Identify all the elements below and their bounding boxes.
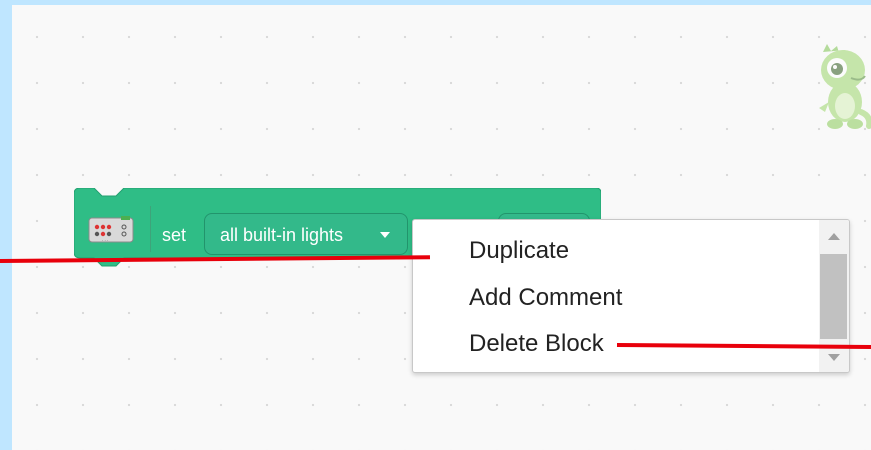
svg-text:· · ·: · · ·: [102, 238, 108, 243]
block-divider: [150, 206, 151, 252]
context-menu: Duplicate Add Comment Delete Block: [412, 219, 850, 373]
menu-scrollbar[interactable]: [819, 220, 849, 372]
menu-item-delete-block[interactable]: Delete Block: [469, 330, 604, 358]
blocks-workspace[interactable]: · · · set all built-in lights Duplicate …: [12, 5, 871, 450]
menu-item-duplicate[interactable]: Duplicate: [469, 237, 569, 265]
caret-down-icon: [380, 232, 390, 238]
scroll-up-icon[interactable]: [828, 233, 840, 240]
dinosaur-mascot-icon: [819, 44, 871, 129]
board-led-icon: · · ·: [88, 216, 134, 243]
menu-item-add-comment[interactable]: Add Comment: [469, 284, 622, 312]
set-label: set: [162, 225, 187, 245]
scroll-thumb[interactable]: [820, 254, 847, 339]
lights-dropdown-value: all built-in lights: [220, 225, 344, 245]
scroll-down-icon[interactable]: [828, 354, 840, 361]
lights-dropdown[interactable]: all built-in lights: [204, 213, 408, 255]
